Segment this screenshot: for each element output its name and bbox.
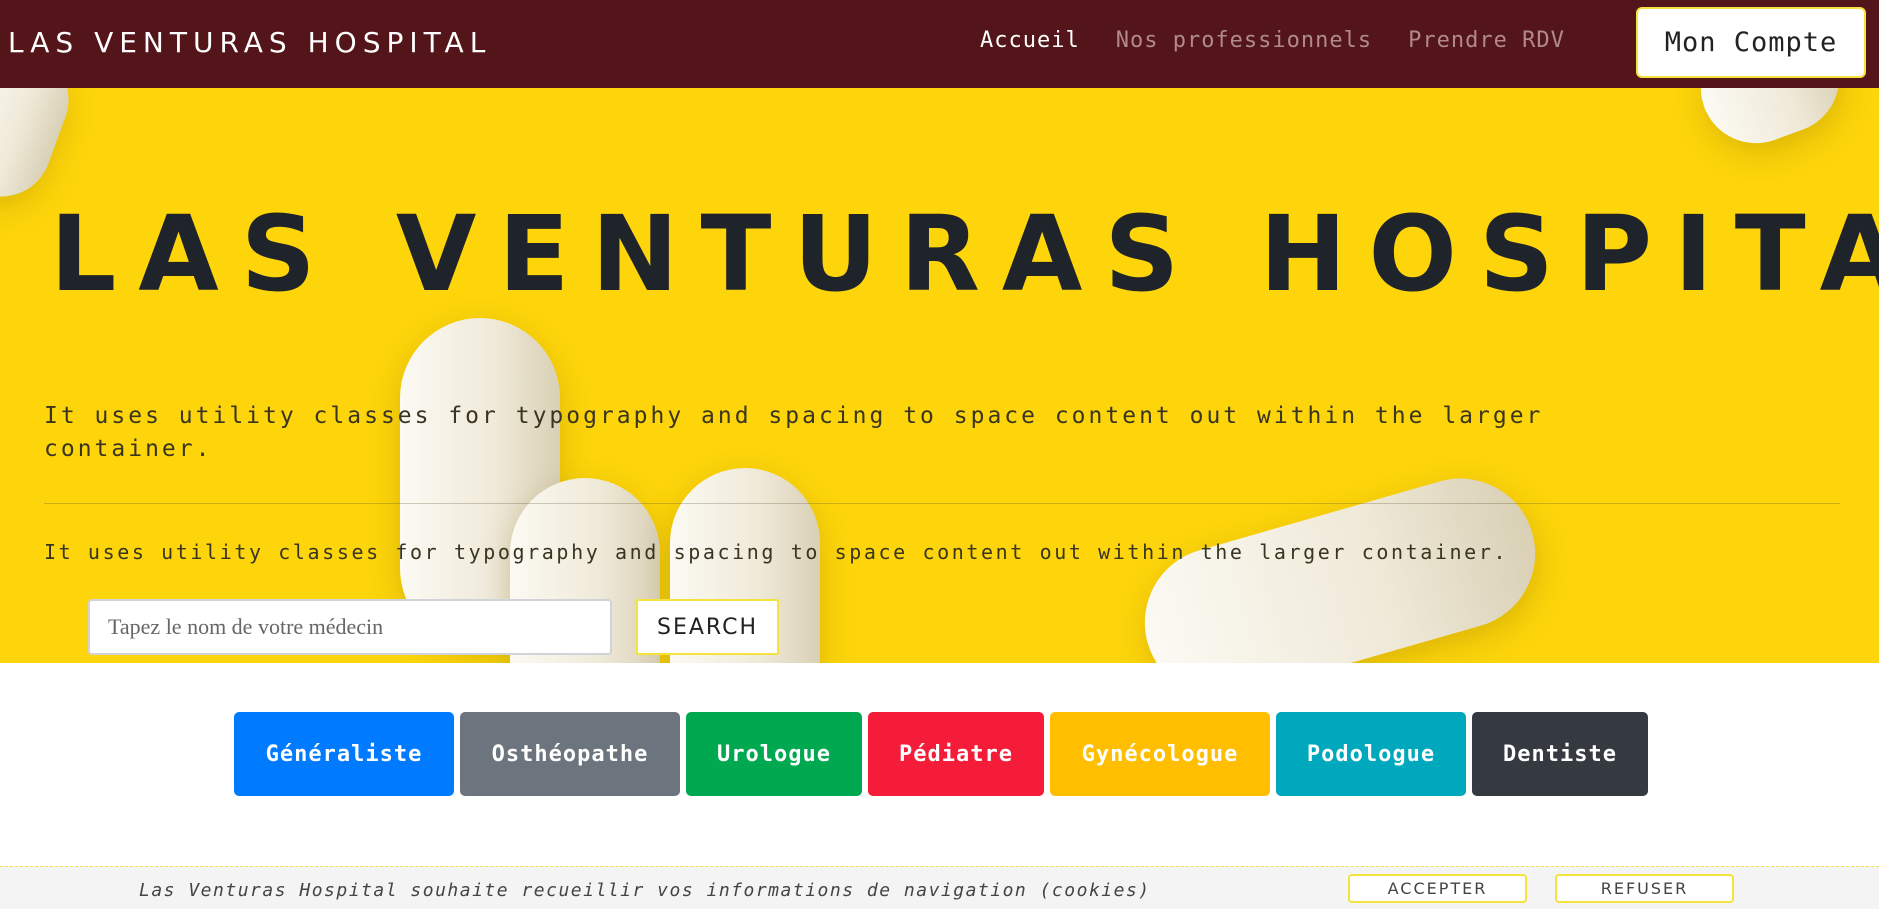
nav-link-prendre-rdv[interactable]: Prendre RDV <box>1408 28 1565 53</box>
specialty-buttons: Généraliste Osthéopathe Urologue Pédiatr… <box>234 712 1648 796</box>
specialty-podologue-button[interactable]: Podologue <box>1276 712 1466 796</box>
hero-title: LAS VENTURAS HOSPITAL <box>50 193 1879 315</box>
nav-links: Accueil Nos professionnels Prendre RDV <box>980 28 1565 53</box>
search-button[interactable]: SEARCH <box>636 599 779 655</box>
specialty-dentiste-button[interactable]: Dentiste <box>1472 712 1648 796</box>
specialty-ostheopathe-button[interactable]: Osthéopathe <box>460 712 680 796</box>
specialty-pediatre-button[interactable]: Pédiatre <box>868 712 1044 796</box>
cookie-accept-button[interactable]: ACCEPTER <box>1348 874 1527 903</box>
hero-banner: LAS VENTURAS HOSPITAL It uses utility cl… <box>0 88 1879 663</box>
hero-divider <box>44 503 1840 504</box>
account-button[interactable]: Mon Compte <box>1636 7 1866 78</box>
cookie-message: Las Venturas Hospital souhaite recueilli… <box>139 880 1151 901</box>
pill-image <box>1685 88 1855 159</box>
brand-logo[interactable]: LAS VENTURAS HOSPITAL <box>8 26 491 59</box>
nav-link-accueil[interactable]: Accueil <box>980 28 1080 53</box>
cookie-consent-bar: Las Venturas Hospital souhaite recueilli… <box>0 866 1879 909</box>
specialty-urologue-button[interactable]: Urologue <box>686 712 862 796</box>
specialty-generaliste-button[interactable]: Généraliste <box>234 712 454 796</box>
nav-link-professionnels[interactable]: Nos professionnels <box>1116 28 1372 53</box>
doctor-search-input[interactable] <box>88 599 612 655</box>
specialty-gynecologue-button[interactable]: Gynécologue <box>1050 712 1270 796</box>
cookie-refuse-button[interactable]: REFUSER <box>1555 874 1734 903</box>
hero-lead-text: It uses utility classes for typography a… <box>44 403 1544 462</box>
navbar: LAS VENTURAS HOSPITAL Accueil Nos profes… <box>0 0 1879 88</box>
hero-sub-text: It uses utility classes for typography a… <box>44 540 1509 564</box>
